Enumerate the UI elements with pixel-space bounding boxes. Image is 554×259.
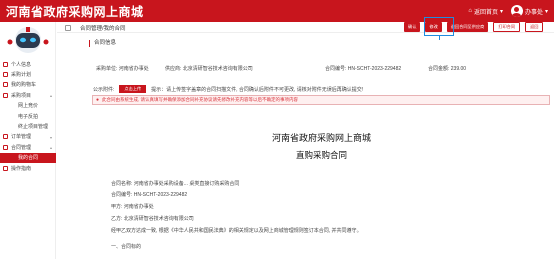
chevron-down-icon: ▾ xyxy=(544,8,548,15)
top-bar: 河南省政府采购网上商城 ⌂ 返回首页 ▾ 办事处 ▾ xyxy=(0,0,554,22)
print-contract-button[interactable]: 打印合同 xyxy=(493,22,521,32)
sidebar-item-label: 终止项目管理 xyxy=(18,124,49,131)
contract-amount-field: 合同金额: 239.00 xyxy=(428,66,467,72)
breadcrumb: 合同管理/我的合同 xyxy=(80,26,126,32)
user-menu[interactable]: 办事处 ▾ xyxy=(510,5,548,17)
sidebar-item-label: 我的购物车 xyxy=(11,82,37,89)
sidebar-item-label: 订单管理 xyxy=(11,134,32,141)
order-icon xyxy=(3,134,8,140)
cart-icon xyxy=(3,82,8,88)
alert-message: 此合同由系统生成, 请认真填写并确保添加合同补充协议请先修改补充内容等以后不确定… xyxy=(92,95,550,105)
top-right-area: ⌂ 返回首页 ▾ 办事处 ▾ xyxy=(468,0,548,22)
supplier-field: 供应商: 北京清研智谷技术咨询有限公司 xyxy=(165,66,253,72)
home-label: 返回首页 xyxy=(473,9,498,16)
highlight-annotation xyxy=(424,17,454,36)
confirm-button[interactable]: 确认 xyxy=(404,22,421,32)
app-title: 河南省政府采购网上商城 xyxy=(6,5,144,19)
sidebar: 个人信息 采购计划 我的购物车 采购项目 ▴ 网上竞价 电子反拍 终止项目管理 … xyxy=(0,22,56,259)
sidebar-item-contracts[interactable]: 合同管理 ▴ xyxy=(0,142,56,152)
plan-icon xyxy=(3,72,8,78)
menu-toggle-icon[interactable] xyxy=(65,24,71,31)
chevron-down-icon: ▾ xyxy=(499,8,503,15)
attachment-row: 公示附件: 点击上传 提示：请上传签字盖章的合同扫描文件, 合同确认后附件不可更… xyxy=(93,85,363,93)
sidebar-item-procurement-plan[interactable]: 采购计划 xyxy=(0,69,56,79)
sidebar-item-label: 合同管理 xyxy=(11,144,32,151)
sidebar-item-label: 电子反拍 xyxy=(18,113,39,120)
user-name: 办事处 xyxy=(524,9,543,16)
sidebar-item-label: 操作指南 xyxy=(11,165,32,172)
sidebar-item-terminated-projects[interactable]: 终止项目管理 xyxy=(0,121,56,131)
sidebar-item-my-contracts[interactable]: 我的合同 xyxy=(0,152,56,163)
document-line: 经甲乙双方达成一致, 根据《中华人民共和国民法典》的相关规定以及网上商城管理规则… xyxy=(111,228,362,234)
chevron-up-icon: ▴ xyxy=(49,93,52,99)
sidebar-item-guide[interactable]: 操作指南 xyxy=(0,163,56,173)
sidebar-item-orders[interactable]: 订单管理 ▾ xyxy=(0,132,56,142)
document-subtitle: 直购采购合同 xyxy=(295,151,347,161)
sidebar-item-label: 网上竞价 xyxy=(18,103,39,110)
section-title: 合同信息 xyxy=(89,40,116,47)
sidebar-item-online-bidding[interactable]: 网上竞价 xyxy=(0,101,56,111)
document-line: 一、合同标的 xyxy=(111,244,142,250)
attachment-label: 公示附件: xyxy=(93,86,115,93)
sidebar-menu: 个人信息 采购计划 我的购物车 采购项目 ▴ 网上竞价 电子反拍 终止项目管理 … xyxy=(0,59,56,173)
document-line: 甲方: 河南省办事处 xyxy=(111,204,154,210)
avatar xyxy=(510,5,523,17)
sidebar-item-label: 采购计划 xyxy=(11,72,32,79)
sidebar-item-reverse-auction[interactable]: 电子反拍 xyxy=(0,111,56,121)
chevron-down-icon: ▾ xyxy=(49,134,52,140)
mascot-robot-icon xyxy=(7,27,49,53)
sidebar-item-procurement-project[interactable]: 采购项目 ▴ xyxy=(0,90,56,100)
sidebar-item-label: 我的合同 xyxy=(18,155,39,162)
sidebar-item-personal-info[interactable]: 个人信息 xyxy=(0,59,56,69)
guide-icon xyxy=(3,165,8,171)
document-line: 合同名称: 河南省办事处采购设备... 桌类直接订购采购合同 xyxy=(111,181,240,187)
person-icon xyxy=(3,61,8,67)
sidebar-item-cart[interactable]: 我的购物车 xyxy=(0,80,56,90)
contract-icon xyxy=(3,144,8,150)
document-line: 合同编号: HN-SCHT-2023-229482 xyxy=(111,192,188,198)
buyer-field: 采购单位: 河南省办事处 xyxy=(96,66,149,72)
upload-button[interactable]: 点击上传 xyxy=(119,85,147,93)
contract-card: 合同信息 采购单位: 河南省办事处 供应商: 北京清研智谷技术咨询有限公司 合同… xyxy=(89,40,554,259)
project-icon xyxy=(3,92,8,98)
upload-hint: 提示：请上传签字盖章的合同扫描文件, 合同确认后附件不可更改, 请核对附件无误后… xyxy=(151,86,364,93)
sidebar-item-label: 采购项目 xyxy=(11,92,32,99)
home-icon: ⌂ xyxy=(468,8,472,14)
back-button[interactable]: 返回 xyxy=(525,22,544,32)
document-line: 乙方: 北京清研智谷技术咨询有限公司 xyxy=(111,216,194,222)
document-title: 河南省政府采购网上商城 xyxy=(271,134,371,144)
sidebar-item-label: 个人信息 xyxy=(11,61,32,68)
contract-number-field: 合同编号: HN-SCHT-2023-229482 xyxy=(325,66,402,72)
chevron-up-icon: ▴ xyxy=(49,145,52,151)
home-link[interactable]: ⌂ 返回首页 ▾ xyxy=(468,7,503,16)
